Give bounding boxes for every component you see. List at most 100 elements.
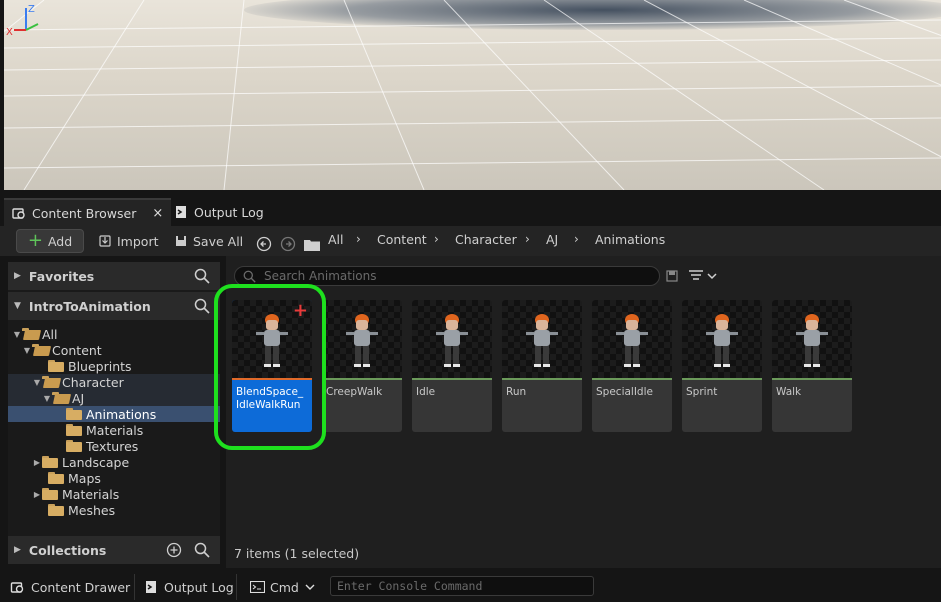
folder-icon (42, 456, 58, 468)
filter-icon[interactable] (688, 269, 718, 283)
asset-name: Sprint (686, 386, 718, 398)
level-viewport[interactable]: Z X (4, 0, 941, 190)
tree-item-label: Animations (86, 406, 157, 422)
search-icon[interactable] (194, 298, 210, 314)
folder-open-icon (42, 376, 58, 388)
tree-item-materials[interactable]: Materials (8, 422, 220, 438)
tree-item-blueprints[interactable]: Blueprints (8, 358, 220, 374)
tree-item-all[interactable]: ▼ All (8, 326, 220, 342)
asset-thumbnail (412, 300, 492, 378)
cmd-label: Cmd (270, 579, 299, 595)
collections-header[interactable]: ▶ Collections (8, 536, 220, 564)
asset-name: Walk (776, 386, 802, 398)
search-icon (243, 270, 256, 283)
back-arrow-icon[interactable] (256, 232, 272, 256)
content-browser-icon (12, 206, 26, 220)
breadcrumb-separator-icon: › (525, 232, 530, 246)
tree-item-label: Landscape (62, 454, 130, 470)
tree-item-label: Blueprints (68, 358, 132, 374)
tree-item-textures[interactable]: Textures (8, 438, 220, 454)
asset-type-bar (592, 378, 672, 380)
forward-arrow-icon[interactable] (280, 232, 296, 256)
tree-item-label: Maps (68, 470, 101, 486)
asset-type-bar (682, 378, 762, 380)
content-drawer-label: Content Drawer (31, 579, 131, 595)
tree-item-label: AJ (72, 390, 85, 406)
search-input[interactable]: Search Animations (234, 266, 660, 286)
character-figure-icon (436, 314, 468, 367)
breadcrumb-content[interactable]: Content (377, 232, 427, 247)
favorites-header[interactable]: ▶ Favorites (8, 262, 220, 290)
divider (134, 574, 135, 600)
collapsed-arrow-icon: ▶ (33, 457, 41, 467)
expanded-arrow-icon: ▼ (23, 345, 31, 355)
panel-tab-bar: Content Browser × Output Log (0, 190, 941, 226)
add-collection-icon[interactable] (166, 542, 182, 558)
asset-type-bar (412, 378, 492, 380)
item-count-status: 7 items (1 selected) (234, 546, 360, 561)
folder-open-icon (52, 392, 68, 404)
tree-item-landscape[interactable]: ▶ Landscape (8, 454, 220, 470)
folder-open-icon (32, 344, 48, 356)
import-button[interactable]: Import (98, 229, 159, 253)
breadcrumb-animations[interactable]: Animations (595, 232, 665, 247)
asset-type-bar (772, 378, 852, 380)
tree-item-maps[interactable]: Maps (8, 470, 220, 486)
expanded-arrow-icon: ▼ (33, 377, 41, 387)
expanded-arrow-icon: ▼ (13, 329, 21, 339)
breadcrumb-character[interactable]: Character (455, 232, 517, 247)
tree-item-aj[interactable]: ▼ AJ (8, 390, 220, 406)
save-all-button[interactable]: Save All (174, 229, 243, 253)
asset-tile[interactable]: Sprint (682, 300, 762, 432)
project-header[interactable]: ▼ IntroToAnimation (8, 292, 220, 320)
folder-icon (66, 440, 82, 452)
selection-highlight-ring (214, 284, 326, 450)
asset-tile[interactable]: Run (502, 300, 582, 432)
svg-text:Z: Z (28, 4, 35, 15)
character-figure-icon (796, 314, 828, 367)
output-log-button[interactable]: Output Log (144, 574, 234, 600)
tree-item-label: Meshes (68, 502, 116, 518)
search-icon[interactable] (194, 268, 210, 284)
tree-item-content[interactable]: ▼ Content (8, 342, 220, 358)
tree-item-character[interactable]: ▼ Character (8, 374, 220, 390)
asset-tile[interactable]: SpecialIdle (592, 300, 672, 432)
cmd-dropdown[interactable]: Cmd (250, 574, 315, 600)
import-icon (99, 235, 111, 247)
save-icon (176, 236, 186, 246)
search-placeholder: Search Animations (264, 269, 377, 283)
sources-panel: ▶ Favorites ▼ IntroToAnimation ▼ All ▼ C… (8, 262, 220, 564)
asset-tile[interactable]: CreepWalk (322, 300, 402, 432)
expanded-arrow-icon: ▼ (43, 393, 51, 403)
import-button-label: Import (117, 233, 159, 249)
tree-item-label: Materials (62, 486, 120, 502)
tree-item-label: Content (52, 342, 102, 358)
axis-gizmo-icon: Z X (6, 4, 39, 38)
output-log-label: Output Log (164, 579, 234, 595)
close-icon[interactable]: × (152, 206, 163, 221)
breadcrumb-separator-icon: › (356, 232, 361, 246)
console-command-input[interactable]: Enter Console Command (330, 576, 594, 596)
asset-tile[interactable]: Walk (772, 300, 852, 432)
tree-item-materials-root[interactable]: ▶ Materials (8, 486, 220, 502)
tab-output-log[interactable]: Output Log (166, 198, 272, 226)
tab-content-browser[interactable]: Content Browser × (4, 198, 172, 226)
tree-item-meshes[interactable]: Meshes (8, 502, 220, 518)
tab-content-browser-label: Content Browser (32, 205, 137, 221)
breadcrumb-aj[interactable]: AJ (546, 232, 558, 247)
content-drawer-button[interactable]: Content Drawer (10, 574, 130, 600)
add-button-label: Add (47, 233, 73, 249)
asset-thumbnail (592, 300, 672, 378)
tree-item-label: Character (62, 374, 124, 390)
breadcrumb-all[interactable]: All (328, 232, 344, 247)
save-search-icon[interactable] (666, 269, 678, 283)
search-icon[interactable] (194, 542, 210, 558)
folder-icon (304, 240, 320, 251)
folder-icon (48, 472, 64, 484)
tree-item-label: Textures (86, 438, 139, 454)
asset-tile[interactable]: Idle (412, 300, 492, 432)
add-button[interactable]: + Add (16, 229, 84, 253)
asset-thumbnail (322, 300, 402, 378)
asset-thumbnail (772, 300, 852, 378)
tree-item-animations[interactable]: Animations (8, 406, 220, 422)
